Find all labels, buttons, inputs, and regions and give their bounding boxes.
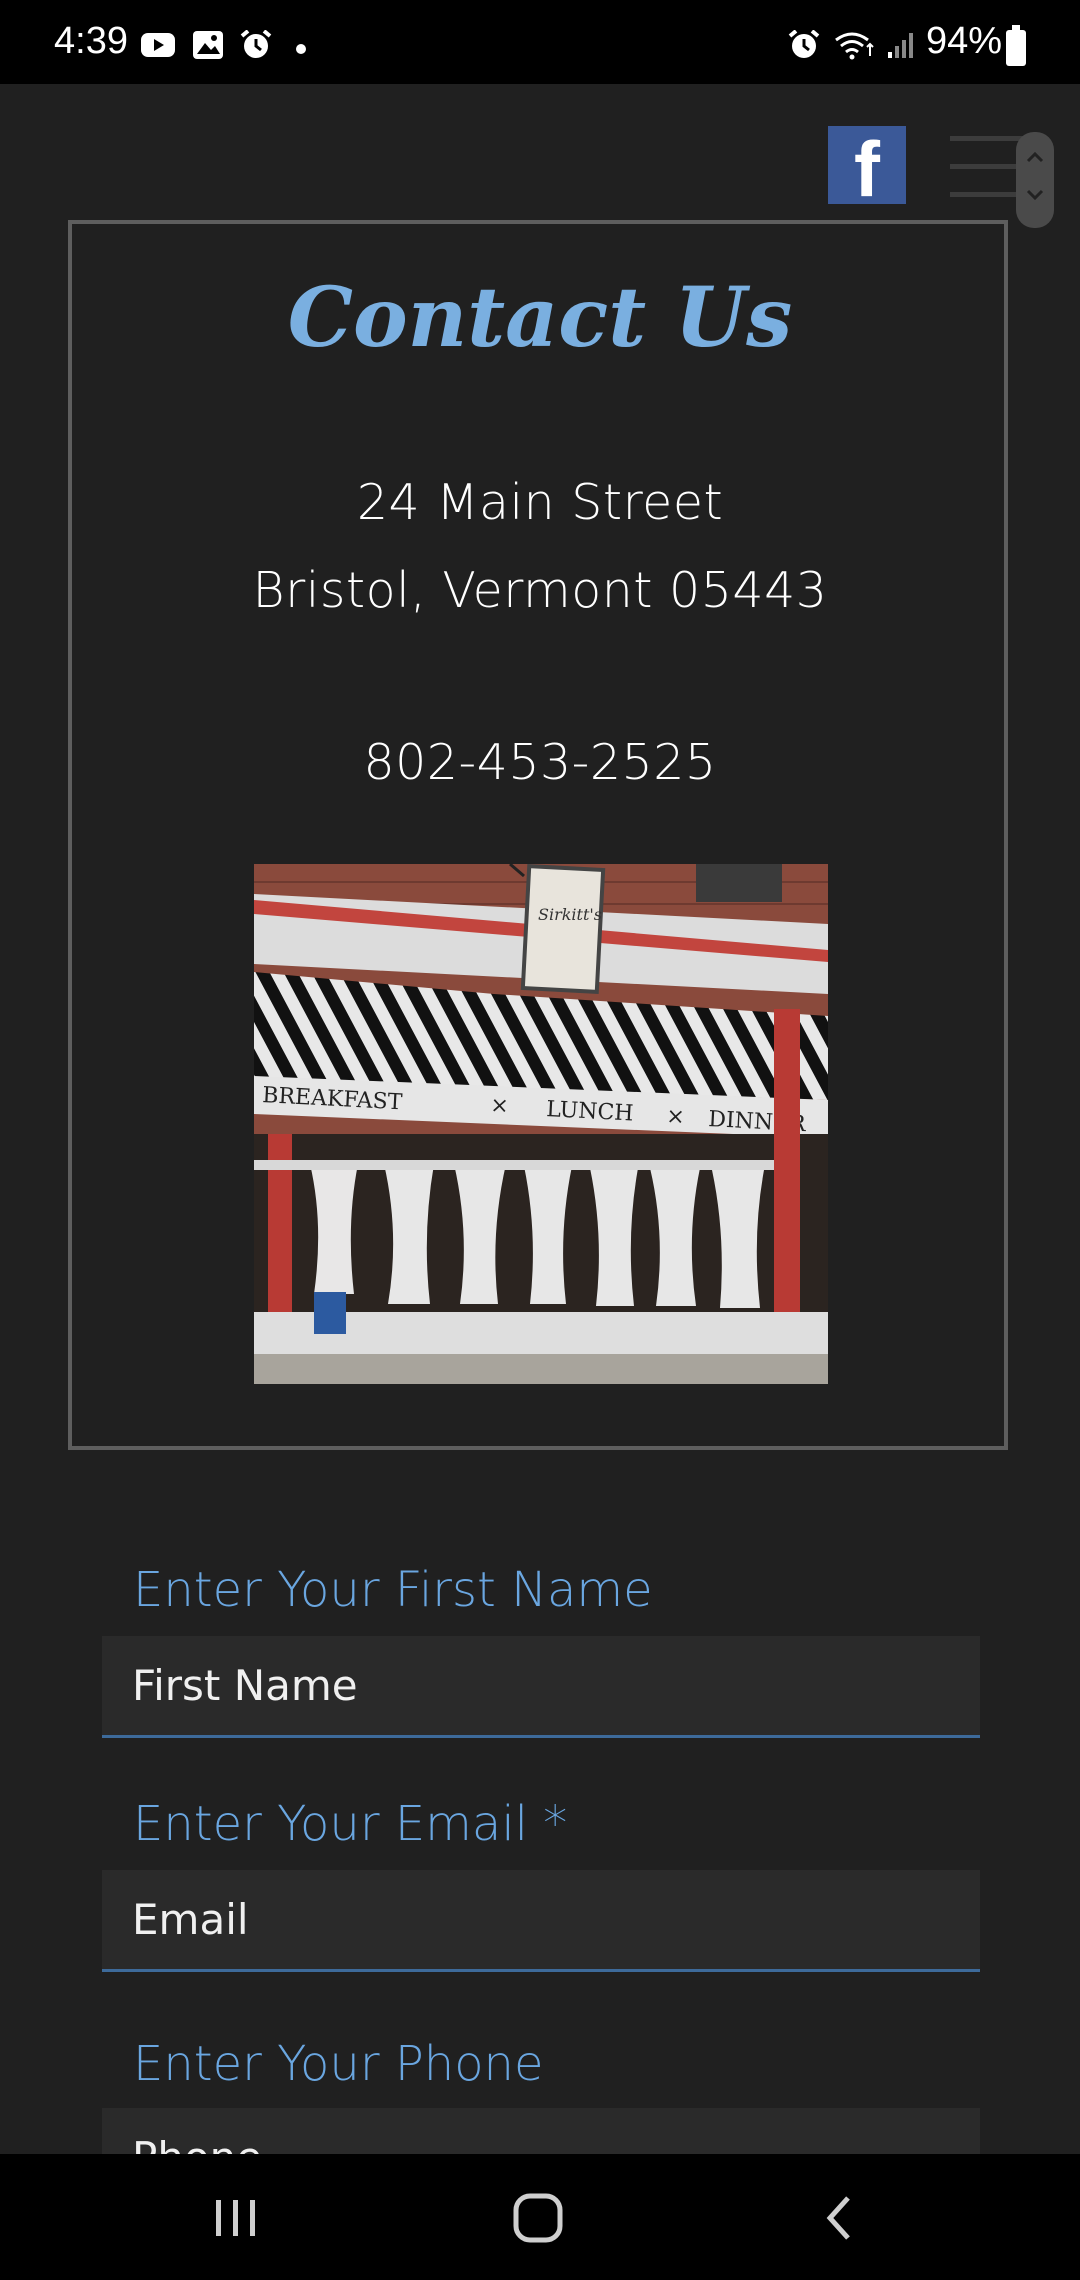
chevron-down-icon [1026, 189, 1044, 201]
svg-text:×: × [666, 1104, 686, 1130]
chevron-up-icon [1026, 151, 1044, 163]
phone-number[interactable]: 802-453-2525 [0, 734, 1080, 791]
home-icon[interactable] [508, 2188, 568, 2248]
screen: 4:39 94% f Contact Us 24 Main Street Bri… [0, 0, 1080, 2280]
facebook-icon[interactable]: f [828, 126, 906, 204]
svg-text:×: × [490, 1093, 510, 1119]
page-title: Contact Us [287, 270, 793, 366]
storefront-photo: BREAKFAST × LUNCH × DINNER Sirkitt's [254, 864, 828, 1384]
alarm-icon [788, 30, 820, 58]
alarm-icon [240, 30, 272, 58]
facebook-glyph: f [854, 126, 880, 204]
phone-label: Enter Your Phone [133, 2036, 544, 2092]
signal-icon [888, 33, 913, 58]
wifi-icon [835, 32, 874, 60]
status-bar: 4:39 94% [0, 0, 1080, 84]
first-name-field[interactable] [102, 1636, 980, 1738]
system-nav-bar [0, 2154, 1080, 2280]
address-line-2: Bristol, Vermont 05443 [252, 562, 828, 619]
battery-percent: 94% [926, 20, 1003, 62]
youtube-icon [141, 33, 175, 57]
gallery-icon [193, 31, 223, 59]
svg-text:Sirkitt's: Sirkitt's [538, 905, 602, 924]
back-icon[interactable] [810, 2188, 870, 2248]
svg-text:LUNCH: LUNCH [546, 1097, 634, 1127]
notification-dot [296, 44, 306, 54]
battery-icon [1006, 25, 1026, 66]
recent-apps-icon[interactable] [206, 2188, 266, 2248]
email-field[interactable] [102, 1870, 980, 1972]
scroll-handle[interactable] [1016, 132, 1054, 228]
address-line-1: 24 Main Street [356, 474, 724, 531]
first-name-label: Enter Your First Name [133, 1562, 653, 1618]
first-name-input[interactable] [132, 1636, 952, 1734]
email-label: Enter Your Email * [133, 1796, 568, 1852]
email-input[interactable] [132, 1870, 952, 1968]
status-time: 4:39 [54, 20, 128, 62]
